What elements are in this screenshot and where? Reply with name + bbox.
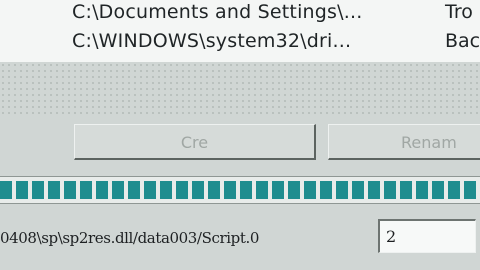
progress-bar (0, 176, 480, 204)
file-list-row[interactable]: C:\WINDOWS\system32\dri... Bac (0, 29, 480, 56)
current-file-path: 0408\sp\sp2res.dll/data003/Script.0 (0, 229, 259, 247)
file-type-cell: Tro (445, 1, 473, 23)
count-field[interactable]: 2 (378, 219, 476, 253)
count-value: 2 (386, 227, 397, 246)
file-type-cell: Bac (445, 30, 480, 52)
create-button[interactable]: Cre (74, 124, 316, 160)
separator-area (0, 62, 480, 117)
file-list: C:\Documents and Settings\... Tro C:\WIN… (0, 0, 480, 63)
progress-bar-fill (0, 181, 480, 199)
rename-button[interactable]: Renam (328, 124, 480, 160)
file-path-cell: C:\Documents and Settings\... (72, 1, 363, 23)
file-path-cell: C:\WINDOWS\system32\dri... (72, 30, 352, 52)
file-list-row[interactable]: C:\Documents and Settings\... Tro (0, 0, 480, 27)
